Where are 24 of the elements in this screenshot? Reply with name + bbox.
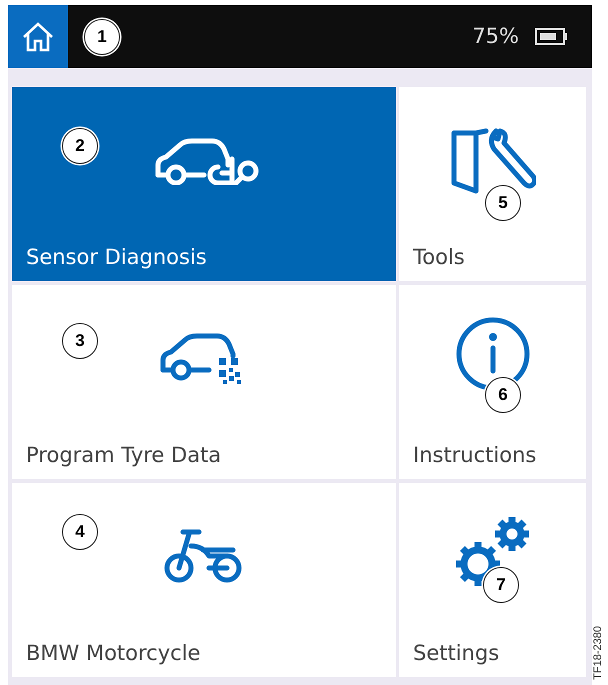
callout-marker: 3 <box>62 323 98 359</box>
tile-label: Program Tyre Data <box>26 442 222 468</box>
tile-label: Sensor Diagnosis <box>26 244 207 270</box>
menu-tile[interactable]: 3 Program Tyre Data <box>12 285 396 479</box>
home-icon <box>21 20 55 54</box>
menu-tile[interactable]: 4 BMW Motorcycle <box>12 483 396 677</box>
callout-marker: 1 <box>84 18 120 54</box>
menu-tile[interactable]: 2 Sensor Diagnosis <box>12 87 396 281</box>
menu-tile[interactable]: 5 Tools <box>399 87 586 281</box>
callout-marker: 2 <box>62 128 98 164</box>
battery-icon <box>535 28 568 45</box>
menu-tile[interactable]: 6 Instructions <box>399 285 586 479</box>
callout-marker: 7 <box>483 567 519 603</box>
tile-label: Tools <box>413 244 465 270</box>
figure-id: TF18-2380 <box>590 626 604 680</box>
tile-label: Instructions <box>413 442 536 468</box>
home-button[interactable] <box>8 5 68 68</box>
tile-label: Settings <box>413 640 500 666</box>
menu-tile[interactable]: 7 Settings <box>399 483 586 677</box>
battery-percent: 75% <box>472 22 519 50</box>
callout-marker: 4 <box>62 514 98 550</box>
callout-marker: 5 <box>485 185 521 221</box>
tile-label: BMW Motorcycle <box>26 640 200 666</box>
callout-marker: 6 <box>485 377 521 413</box>
